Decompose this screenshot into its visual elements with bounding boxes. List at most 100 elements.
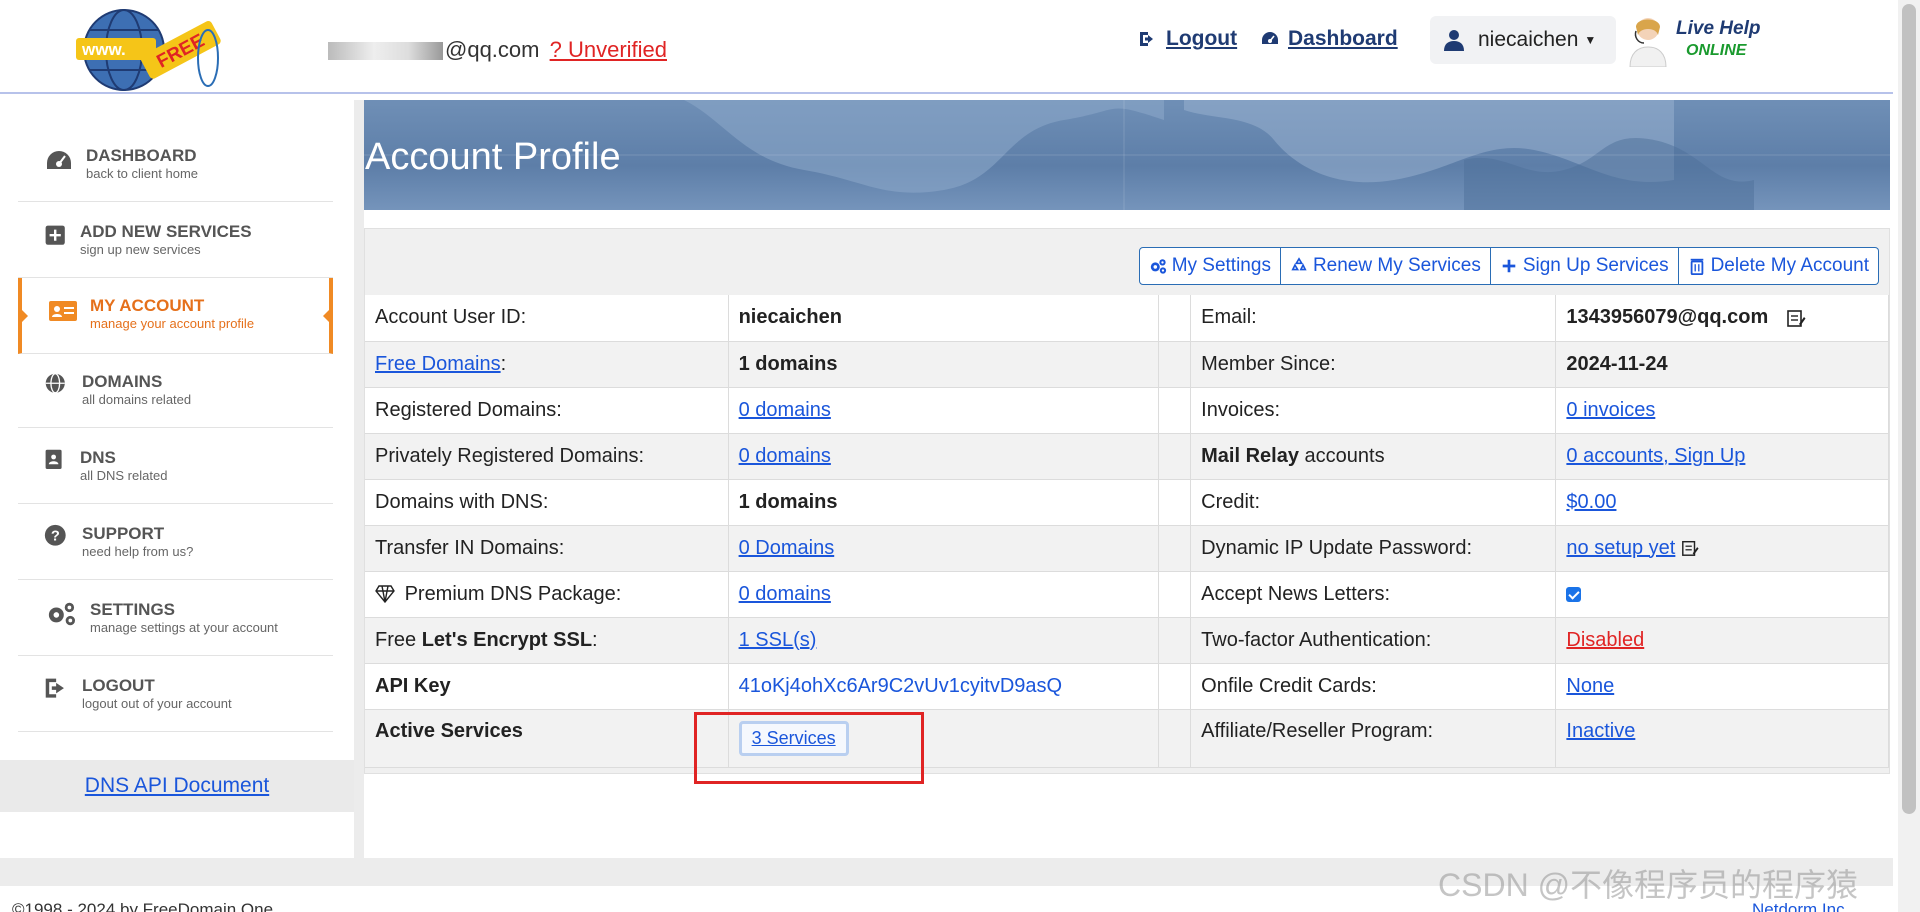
ssl-label-post: : (592, 628, 598, 651)
dashboard-icon (1262, 32, 1278, 44)
table-row: Transfer IN Domains: 0 Domains Dynamic I… (365, 525, 1889, 572)
dns-api-doc-link[interactable]: DNS API Document (85, 774, 269, 798)
question-circle-icon: ? (44, 524, 66, 546)
masked-email-part (328, 42, 443, 61)
logout-link[interactable]: Logout (1138, 27, 1237, 51)
table-row: Privately Registered Domains: 0 domains … (365, 433, 1889, 480)
credit-link[interactable]: $0.00 (1566, 491, 1616, 513)
row-value-cell: 0 domains (728, 433, 1160, 480)
sidebar-item-title: MY ACCOUNT (90, 296, 205, 315)
sidebar-item-logout[interactable]: LOGOUT logout out of your account (18, 658, 333, 732)
live-help-widget[interactable]: Live Help ONLINE (1628, 12, 1768, 68)
user-icon (1444, 30, 1464, 51)
credit-cards-link[interactable]: None (1566, 675, 1614, 697)
column-gap (1158, 295, 1192, 342)
support-agent-icon (1629, 18, 1667, 67)
sidebar-item-title: DOMAINS (82, 372, 163, 391)
page-scrollbar[interactable] (1898, 0, 1920, 912)
sidebar-item-dashboard[interactable]: DASHBOARD back to client home (18, 128, 333, 202)
row-label-cell: Free Domains: (365, 341, 729, 388)
row-value: 1 domains (728, 341, 1160, 388)
sidebar-item-subtitle: all domains related (82, 392, 192, 407)
unverified-link[interactable]: ? Unverified (550, 37, 667, 62)
private-domains-link[interactable]: 0 domains (739, 445, 831, 467)
annotation-highlight-box (694, 712, 924, 784)
table-row: Free Let's Encrypt SSL: 1 SSL(s) Two-fac… (365, 617, 1889, 664)
sidebar: DASHBOARD back to client home ADD NEW SER… (0, 100, 354, 820)
column-gap (1158, 479, 1192, 526)
sidebar-item-domains[interactable]: DOMAINS all domains related (18, 354, 333, 428)
page-title: Account Profile (365, 136, 621, 178)
site-logo[interactable]: www. FREE (72, 8, 232, 92)
delete-account-button[interactable]: Delete My Account (1678, 247, 1879, 285)
scrollbar-thumb[interactable] (1902, 4, 1916, 814)
affiliate-link[interactable]: Inactive (1566, 720, 1635, 742)
row-label: Account User ID: (365, 295, 729, 342)
sidebar-item-add-new-services[interactable]: ADD NEW SERVICES sign up new services (18, 204, 333, 278)
row-label: Dynamic IP Update Password: (1190, 525, 1557, 572)
sidebar-item-support[interactable]: ? SUPPORT need help from us? (18, 506, 333, 580)
sidebar-item-subtitle: logout out of your account (82, 696, 232, 711)
table-row: Domains with DNS: 1 domains Credit: $0.0… (365, 479, 1889, 526)
row-value-cell: 0 accounts, Sign Up (1555, 433, 1889, 480)
column-gap (1158, 709, 1192, 768)
column-gap (1158, 571, 1192, 618)
mail-relay-link[interactable]: 0 accounts, Sign Up (1566, 445, 1745, 467)
sidebar-item-subtitle: manage settings at your account (90, 620, 278, 635)
row-label: Transfer IN Domains: (365, 525, 729, 572)
renew-services-button[interactable]: Renew My Services (1280, 247, 1491, 285)
address-book-icon (45, 449, 62, 469)
dynamic-ip-link[interactable]: no setup yet (1566, 537, 1675, 559)
two-factor-link[interactable]: Disabled (1566, 629, 1644, 651)
user-email: @qq.com ? Unverified (328, 37, 667, 63)
sidebar-item-settings[interactable]: SETTINGS manage settings at your account (18, 582, 333, 656)
row-label: Two-factor Authentication: (1190, 617, 1557, 664)
row-value: 1 domains (728, 479, 1160, 526)
my-settings-button[interactable]: My Settings (1138, 247, 1281, 285)
column-gap (1158, 433, 1192, 480)
edit-icon[interactable] (1786, 308, 1806, 328)
transfer-domains-link[interactable]: 0 Domains (739, 537, 835, 559)
invoices-link[interactable]: 0 invoices (1566, 399, 1655, 421)
plus-icon (1502, 259, 1516, 273)
table-row: Premium DNS Package: 0 domains Accept Ne… (365, 571, 1889, 618)
email-suffix: @qq.com (445, 37, 540, 62)
table-row: Active Services 3 Services Affiliate/Res… (365, 709, 1889, 768)
delete-account-label: Delete My Account (1710, 255, 1869, 276)
row-value: 2024-11-24 (1555, 341, 1889, 388)
premium-dns-label: Premium DNS Package: (404, 582, 622, 605)
ssl-link[interactable]: 1 SSL(s) (739, 629, 817, 651)
row-value-cell: 0 Domains (728, 525, 1160, 572)
live-help-text: Live Help ONLINE (1676, 18, 1760, 62)
free-domains-link[interactable]: Free Domains (375, 353, 501, 375)
row-label-cell: Mail Relay accounts (1190, 433, 1557, 480)
registered-domains-link[interactable]: 0 domains (739, 399, 831, 421)
table-row: Free Domains: 1 domains Member Since: 20… (365, 341, 1889, 388)
row-value-cell: $0.00 (1555, 479, 1889, 526)
user-dropdown[interactable]: niecaichen ▼ (1430, 16, 1616, 64)
account-action-buttons: My Settings Renew My Services Sign Up Se… (1138, 247, 1879, 285)
sign-up-services-button[interactable]: Sign Up Services (1490, 247, 1679, 285)
mail-relay-label: Mail Relay (1201, 444, 1299, 467)
row-value: niecaichen (728, 295, 1160, 342)
column-gap (1158, 341, 1192, 388)
row-label-cell: Premium DNS Package: (365, 571, 729, 618)
live-help-title: Live Help (1676, 18, 1761, 39)
sidebar-item-dns[interactable]: DNS all DNS related (18, 430, 333, 504)
accounts-label: accounts (1298, 444, 1385, 467)
label-colon: : (500, 352, 507, 375)
row-label: Affiliate/Reseller Program: (1190, 709, 1557, 768)
row-value-cell: 1343956079@qq.com (1555, 295, 1889, 342)
premium-dns-link[interactable]: 0 domains (739, 583, 831, 605)
sidebar-divider (354, 100, 364, 858)
dashboard-link[interactable]: Dashboard (1260, 27, 1398, 51)
sidebar-item-title: SUPPORT (82, 524, 165, 543)
edit-icon[interactable] (1681, 539, 1699, 557)
account-panel: My Settings Renew My Services Sign Up Se… (364, 228, 1890, 774)
newsletter-checkbox[interactable] (1566, 586, 1582, 602)
sign-out-icon (1140, 32, 1153, 46)
row-value-cell: Disabled (1555, 617, 1889, 664)
sidebar-item-title: ADD NEW SERVICES (80, 222, 252, 241)
sidebar-item-my-account[interactable]: MY ACCOUNT manage your account profile (18, 278, 333, 354)
svg-text:www.: www. (81, 40, 126, 59)
